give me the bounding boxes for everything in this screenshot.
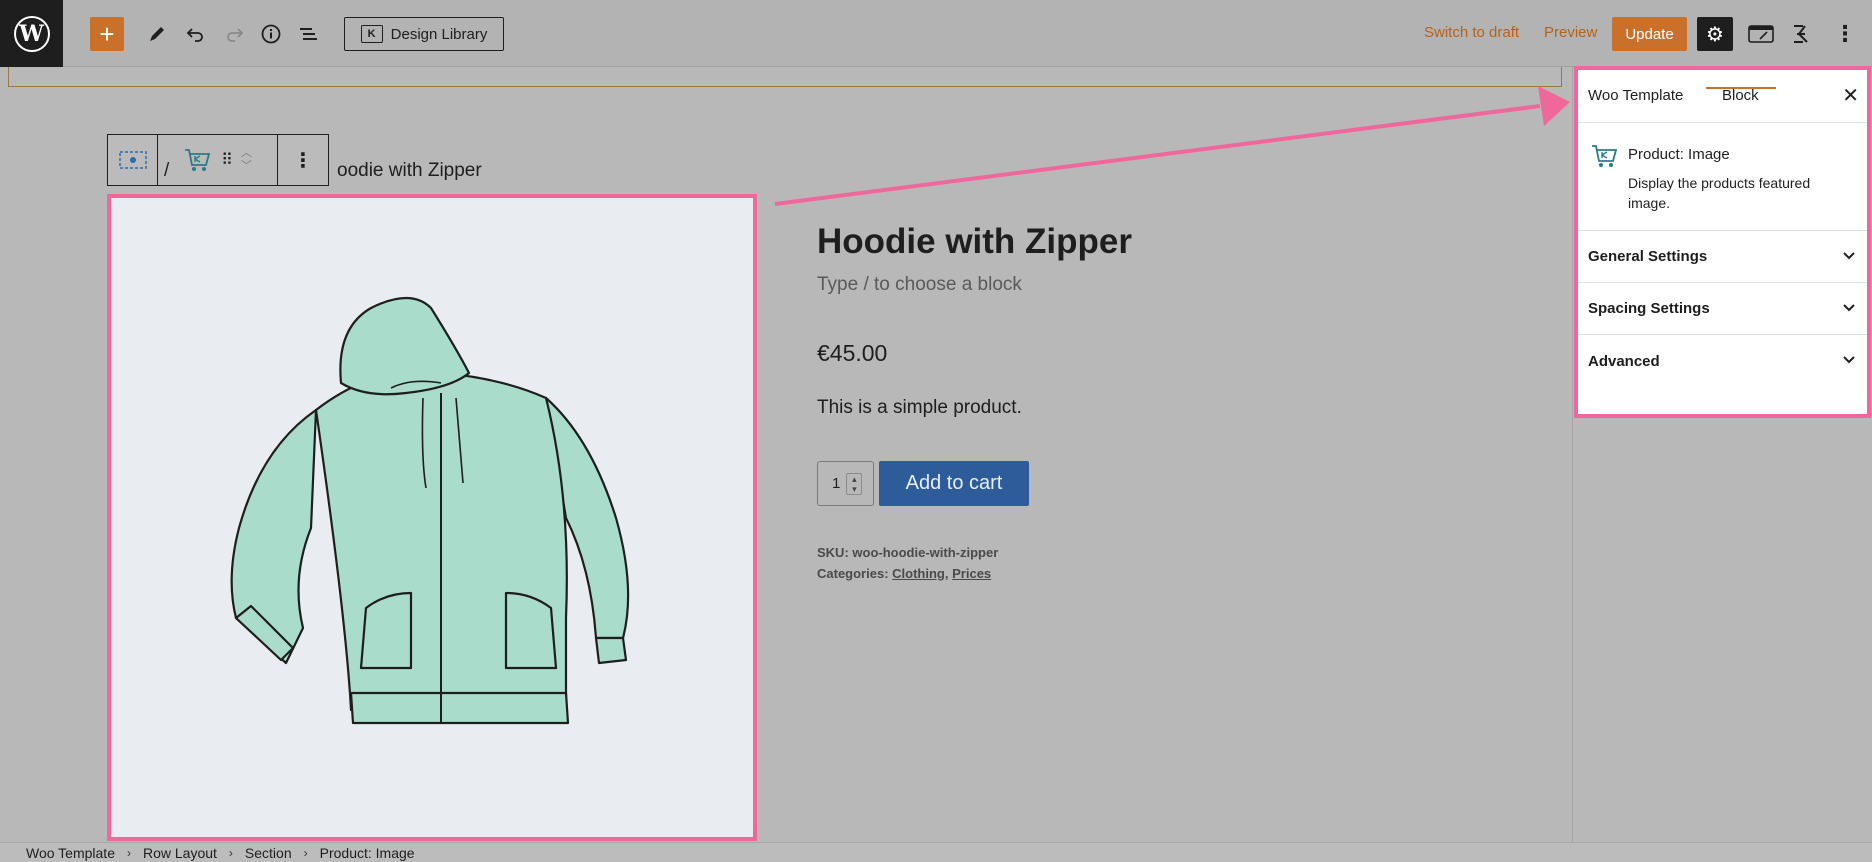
update-label: Update [1625, 25, 1674, 43]
breadcrumb-row-layout[interactable]: Row Layout [143, 845, 217, 861]
categories-label: Categories: [817, 566, 889, 581]
kadence-controls-button[interactable] [1744, 17, 1778, 51]
panel-spacing-settings-label: Spacing Settings [1588, 300, 1710, 317]
block-appender-placeholder[interactable]: Type / to choose a block [817, 274, 1022, 296]
panel-spacing-settings[interactable]: Spacing Settings [1578, 283, 1867, 335]
chevron-down-icon [1843, 304, 1855, 312]
undo-button[interactable] [178, 17, 212, 51]
design-library-button[interactable]: K Design Library [344, 17, 504, 51]
previous-block-outline [8, 67, 1562, 87]
drag-handle-icon[interactable]: ⠿ [221, 150, 233, 170]
block-card-title: Product: Image [1628, 146, 1730, 163]
plus-icon: + [99, 18, 115, 49]
product-image-block[interactable] [107, 194, 757, 841]
breadcrumb-title-text: oodie with Zipper [337, 160, 482, 181]
add-block-button[interactable]: + [90, 17, 124, 51]
block-type-controls: ⠿ ︿ ﹀ [158, 134, 278, 186]
redo-button[interactable] [218, 17, 252, 51]
chevron-right-icon: › [228, 845, 233, 860]
product-title[interactable]: Hoodie with Zipper [817, 222, 1132, 262]
settings-sidebar: Woo Template Block ✕ Product: Image Disp… [1574, 66, 1871, 418]
quantity-spin-arrows-icon[interactable]: ▴ ▾ [846, 472, 863, 495]
add-to-cart-label: Add to cart [905, 472, 1003, 494]
kadence-icon: K [360, 25, 383, 43]
wordpress-logo-icon: W [13, 15, 50, 52]
close-sidebar-button[interactable]: ✕ [1842, 83, 1859, 108]
pencil-icon [150, 27, 164, 41]
breadcrumb-woo-template[interactable]: Woo Template [26, 845, 115, 861]
preview-button[interactable]: Preview [1544, 24, 1597, 41]
kadence-k-icon [1794, 25, 1808, 43]
update-button[interactable]: Update [1612, 17, 1687, 51]
sku-value: woo-hoodie-with-zipper [852, 545, 999, 560]
tools-button[interactable] [140, 17, 174, 51]
chevron-right-icon: › [126, 845, 131, 860]
chevron-down-icon [1843, 252, 1855, 260]
product-image-cart-icon[interactable] [183, 147, 211, 173]
categories-separator: , [944, 566, 949, 581]
info-icon [261, 24, 281, 44]
kadence-toolkit-button[interactable] [1786, 17, 1820, 51]
sku-label: SKU: [817, 545, 849, 560]
block-card: Product: Image Display the products feat… [1578, 123, 1867, 231]
details-button[interactable] [254, 17, 288, 51]
vertical-ellipsis-icon: ⋮ [293, 149, 313, 172]
vertical-ellipsis-icon: ⋮ [1834, 21, 1856, 46]
quantity-stepper[interactable]: 1 ▴ ▾ [817, 461, 874, 506]
product-categories: Categories: Clothing, Prices [817, 566, 991, 581]
section-block-icon [118, 151, 147, 169]
undo-icon [186, 28, 203, 42]
block-toolbar: ⠿ ︿ ﹀ ⋮ [107, 134, 329, 186]
panel-general-settings-label: General Settings [1588, 248, 1708, 265]
design-library-label: Design Library [390, 25, 488, 43]
parent-block-selector[interactable] [107, 134, 158, 186]
wordpress-logo-button[interactable]: W [0, 0, 63, 67]
chevron-down-icon [1843, 356, 1855, 364]
block-card-description: Display the products featured image. [1628, 175, 1811, 211]
block-breadcrumb-bar: Woo Template › Row Layout › Section › Pr… [0, 842, 1872, 862]
gear-icon: ⚙ [1706, 23, 1724, 46]
panel-advanced[interactable]: Advanced [1578, 335, 1867, 387]
breadcrumb-section[interactable]: Section [245, 845, 292, 861]
layout-edit-icon [1748, 25, 1774, 43]
hoodie-product-image [230, 297, 630, 725]
breadcrumb-separator: / [164, 160, 170, 181]
tab-woo-template[interactable]: Woo Template [1588, 87, 1683, 104]
list-view-button[interactable] [292, 17, 326, 51]
product-sku: SKU: woo-hoodie-with-zipper [817, 545, 998, 560]
product-price: €45.00 [817, 340, 888, 366]
close-icon: ✕ [1842, 85, 1859, 107]
product-short-description: This is a simple product. [817, 397, 1022, 418]
move-up-down-icon[interactable]: ︿ ﹀ [241, 147, 252, 173]
active-tab-indicator [1706, 87, 1776, 89]
sidebar-tabs: Woo Template Block ✕ [1578, 70, 1867, 123]
list-view-icon [300, 28, 317, 40]
product-image-cart-icon [1592, 145, 1618, 167]
category-link-prices[interactable]: Prices [952, 566, 991, 581]
panel-general-settings[interactable]: General Settings [1578, 231, 1867, 283]
tab-block[interactable]: Block [1722, 87, 1759, 104]
redo-icon [227, 28, 244, 42]
category-link-clothing[interactable]: Clothing [892, 566, 945, 581]
settings-button[interactable]: ⚙ [1697, 17, 1733, 51]
add-to-cart-button[interactable]: Add to cart [879, 461, 1029, 506]
options-menu-button[interactable]: ⋮ [1830, 17, 1860, 51]
quantity-value: 1 [832, 475, 841, 492]
panel-advanced-label: Advanced [1588, 352, 1660, 370]
breadcrumb-product-image: Product: Image [319, 844, 415, 861]
chevron-right-icon: › [303, 845, 308, 860]
block-options-button[interactable]: ⋮ [278, 134, 329, 186]
switch-to-draft-button[interactable]: Switch to draft [1424, 24, 1519, 41]
editor-top-toolbar: W + K Design Library Switch to draft Pre… [0, 0, 1872, 67]
